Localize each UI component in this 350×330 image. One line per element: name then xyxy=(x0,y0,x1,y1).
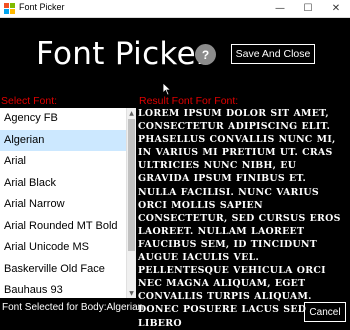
help-button[interactable]: ? xyxy=(195,44,216,65)
result-font-label: Result Font For Font: xyxy=(139,95,239,107)
font-list-item[interactable]: Arial Narrow xyxy=(0,194,136,216)
font-list-item[interactable]: Algerian xyxy=(0,129,136,151)
font-list-item[interactable]: Arial Black xyxy=(0,173,136,195)
minimize-button[interactable]: — xyxy=(266,0,294,17)
app-icon xyxy=(4,3,15,14)
font-list-item[interactable]: Agency FB xyxy=(0,108,136,130)
scroll-down-arrow-icon[interactable]: ▼ xyxy=(127,288,136,298)
font-list-item[interactable]: Arial Rounded MT Bold xyxy=(0,216,136,238)
maximize-button[interactable]: ☐ xyxy=(294,0,322,17)
save-and-close-button[interactable]: Save And Close xyxy=(231,44,315,64)
font-list-scrollbar[interactable]: ▲ ▼ xyxy=(126,108,136,298)
page-title: Font Picker xyxy=(36,36,209,72)
minimize-icon: — xyxy=(275,3,285,14)
close-icon: ✕ xyxy=(331,3,341,14)
maximize-icon: ☐ xyxy=(303,3,313,14)
scroll-up-arrow-icon[interactable]: ▲ xyxy=(127,108,136,118)
font-list-item[interactable]: Arial xyxy=(0,151,136,173)
status-text: Font Selected for Body:Algerian. xyxy=(2,302,146,313)
close-button[interactable]: ✕ xyxy=(322,0,350,17)
scroll-thumb[interactable] xyxy=(128,119,135,251)
font-listbox[interactable]: Agency FB Algerian Arial Arial Black Arial N… xyxy=(0,108,136,298)
title-bar: Font Picker — ☐ ✕ xyxy=(0,0,350,18)
font-list-item[interactable]: Baskerville Old Face xyxy=(0,259,136,281)
window-title: Font Picker xyxy=(19,2,65,12)
select-font-label: Select Font: xyxy=(1,95,58,107)
font-list-item[interactable]: Bauhaus 93 xyxy=(0,280,136,298)
font-list-item[interactable]: Arial Unicode MS xyxy=(0,237,136,259)
result-preview-text: Lorem ipsum dolor sit amet, consectetur … xyxy=(138,108,341,329)
cancel-button[interactable]: Cancel xyxy=(304,302,346,322)
